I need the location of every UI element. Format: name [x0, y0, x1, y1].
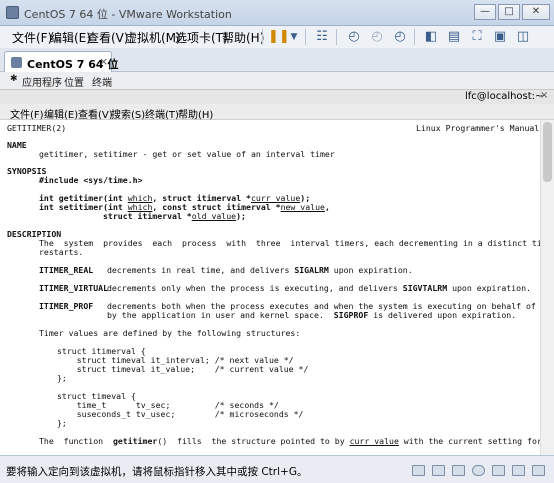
guest-menu-places[interactable]: 位置	[64, 74, 84, 89]
revert-snapshot-icon[interactable]: ◴	[368, 28, 386, 46]
man-proto-setitimer-cont: struct itimerval *old_value);	[103, 211, 246, 221]
man-itimer-virtual: ITIMER_VIRTUAL	[39, 283, 109, 293]
proto-text: struct itimerval *	[103, 211, 192, 221]
guest-menu-terminal[interactable]: 终端	[92, 74, 112, 89]
maximize-button[interactable]: □	[498, 4, 520, 20]
console-view-icon[interactable]: ▤	[445, 28, 463, 46]
menu-view[interactable]: 查看(V)	[87, 29, 129, 46]
signal-name: SIGVTALRM	[402, 283, 448, 293]
status-bar: 要将输入定向到该虚拟机，请将鼠标指针移入其中或按 Ctrl+G。	[0, 455, 554, 483]
menu-tabs[interactable]: 选项卡(T)	[175, 29, 228, 46]
fullscreen-icon[interactable]: ⛶	[468, 28, 486, 46]
man-include: #include <sys/time.h>	[39, 175, 143, 185]
man-itimer-real: ITIMER_REAL	[39, 265, 94, 275]
send-keys-icon[interactable]: ☷	[313, 28, 331, 46]
tab-centos[interactable]: CentOS 7 64 位 ×	[4, 51, 118, 73]
desc-text: by the application in user and kernel sp…	[107, 310, 334, 320]
man-name-heading: NAME	[7, 140, 27, 150]
gnome-foot-icon: ✱	[10, 74, 18, 84]
hard-disk-icon[interactable]	[412, 465, 425, 476]
terminal-title: lfc@localhost:~	[465, 91, 544, 102]
man-struct-line: suseconds_t tv_usec; /* microseconds */	[57, 409, 304, 419]
function-name: getitimer	[112, 436, 158, 446]
toolbar-separator	[305, 29, 306, 45]
terminal-content[interactable]: GETITIMER(2) Linux Programmer's Manual N…	[0, 120, 540, 455]
man-itimer-prof: ITIMER_PROF	[39, 301, 94, 311]
man-header-right: Linux Programmer's Manual	[416, 123, 540, 133]
proto-text: );	[236, 211, 246, 221]
desc-text: with the current setting for the tir	[403, 436, 540, 446]
unity-icon[interactable]: ▣	[491, 28, 509, 46]
printer-icon[interactable]	[512, 465, 525, 476]
man-struct-line: };	[57, 418, 67, 428]
display-icon[interactable]	[532, 465, 545, 476]
menu-edit[interactable]: 编辑(E)	[50, 29, 91, 46]
sidebar-icon[interactable]: ◧	[422, 28, 440, 46]
desc-text: is delivered upon expiration.	[368, 310, 517, 320]
guest-menu-apps[interactable]: 应用程序	[22, 74, 62, 89]
sound-card-icon[interactable]	[492, 465, 505, 476]
desc-text: decrements only when the process is exec…	[107, 283, 403, 293]
toolbar-separator	[262, 29, 263, 45]
man-name-text: getitimer, setitimer - get or set value …	[39, 149, 335, 159]
signal-name: SIGPROF	[333, 310, 369, 320]
terminal-menu-bar: 文件(F) 编辑(E) 查看(V) 搜索(S) 终端(T) 帮助(H)	[0, 104, 554, 121]
proto-arg: old_value	[191, 211, 237, 221]
man-header-left: GETITIMER(2)	[7, 123, 67, 133]
toolbar-separator	[336, 29, 337, 45]
minimize-button[interactable]: —	[474, 4, 496, 20]
desc-text: The function	[39, 436, 113, 446]
desc-text: decrements in real time, and delivers	[107, 265, 295, 275]
man-itimer-virtual-text: decrements only when the process is exec…	[107, 283, 531, 293]
cd-dvd-icon[interactable]	[432, 465, 445, 476]
menu-file[interactable]: 文件(F)	[12, 29, 52, 46]
status-text: 要将输入定向到该虚拟机，请将鼠标指针移入其中或按 Ctrl+G。	[6, 466, 308, 478]
vm-tab-row: CentOS 7 64 位 ×	[0, 48, 554, 73]
toolbar-separator	[414, 29, 415, 45]
terminal-menu-view[interactable]: 查看(V)	[78, 106, 113, 121]
window-title: CentOS 7 64 位 - VMware Workstation	[24, 8, 232, 21]
snapshot-manager-icon[interactable]: ◴	[391, 28, 409, 46]
tab-close-icon[interactable]: ×	[99, 55, 108, 68]
window-titlebar: CentOS 7 64 位 - VMware Workstation — □ ✕	[0, 0, 554, 26]
desc-text: () fills the structure pointed to by	[157, 436, 350, 446]
proto-text: ,	[324, 202, 330, 212]
terminal-close-icon[interactable]: ×	[540, 90, 548, 101]
man-desc-line2: restarts.	[39, 247, 84, 257]
desc-text: upon expiration.	[447, 283, 531, 293]
chevron-down-icon[interactable]: ▼	[285, 28, 303, 46]
close-button[interactable]: ✕	[522, 4, 550, 20]
terminal-menu-file[interactable]: 文件(F)	[10, 106, 44, 121]
man-last-line: The function getitimer() fills the struc…	[39, 436, 540, 446]
vmware-app-icon	[6, 6, 19, 19]
proto-arg: new_value	[280, 202, 325, 212]
man-itimer-prof-text2: by the application in user and kernel sp…	[107, 310, 516, 320]
terminal-scrollbar[interactable]	[540, 120, 554, 455]
man-struct-line: struct timeval it_value; /* current valu…	[57, 364, 309, 374]
terminal-menu-search[interactable]: 搜索(S)	[111, 106, 145, 121]
pause-icon[interactable]: ❚❚	[268, 28, 290, 46]
terminal-menu-terminal[interactable]: 终端(T)	[145, 106, 179, 121]
terminal-menu-edit[interactable]: 编辑(E)	[44, 106, 78, 121]
desc-text: upon expiration.	[328, 265, 413, 275]
menu-help[interactable]: 帮助(H)	[222, 29, 264, 46]
man-timer-values: Timer values are defined by the followin…	[39, 328, 301, 338]
signal-name: SIGALRM	[294, 265, 329, 275]
scrollbar-thumb[interactable]	[543, 122, 552, 182]
menu-vm[interactable]: 虚拟机(M)	[125, 29, 181, 46]
terminal-titlebar: lfc@localhost:~ ×	[0, 90, 554, 104]
network-adapter-icon[interactable]	[452, 465, 465, 476]
vm-icon	[11, 57, 22, 68]
man-itimer-real-text: decrements in real time, and delivers SI…	[107, 265, 413, 275]
terminal-menu-help[interactable]: 帮助(H)	[178, 106, 213, 121]
man-struct-line: };	[57, 373, 67, 383]
usb-icon[interactable]	[472, 465, 485, 476]
guest-top-bar: ✱ 应用程序 位置 终端	[0, 72, 554, 90]
proto-arg: curr_value	[349, 436, 399, 446]
man-desc-line1: The system provides each process with th…	[39, 238, 540, 248]
stretch-icon[interactable]: ◫	[514, 28, 532, 46]
snapshot-icon[interactable]: ◴	[345, 28, 363, 46]
